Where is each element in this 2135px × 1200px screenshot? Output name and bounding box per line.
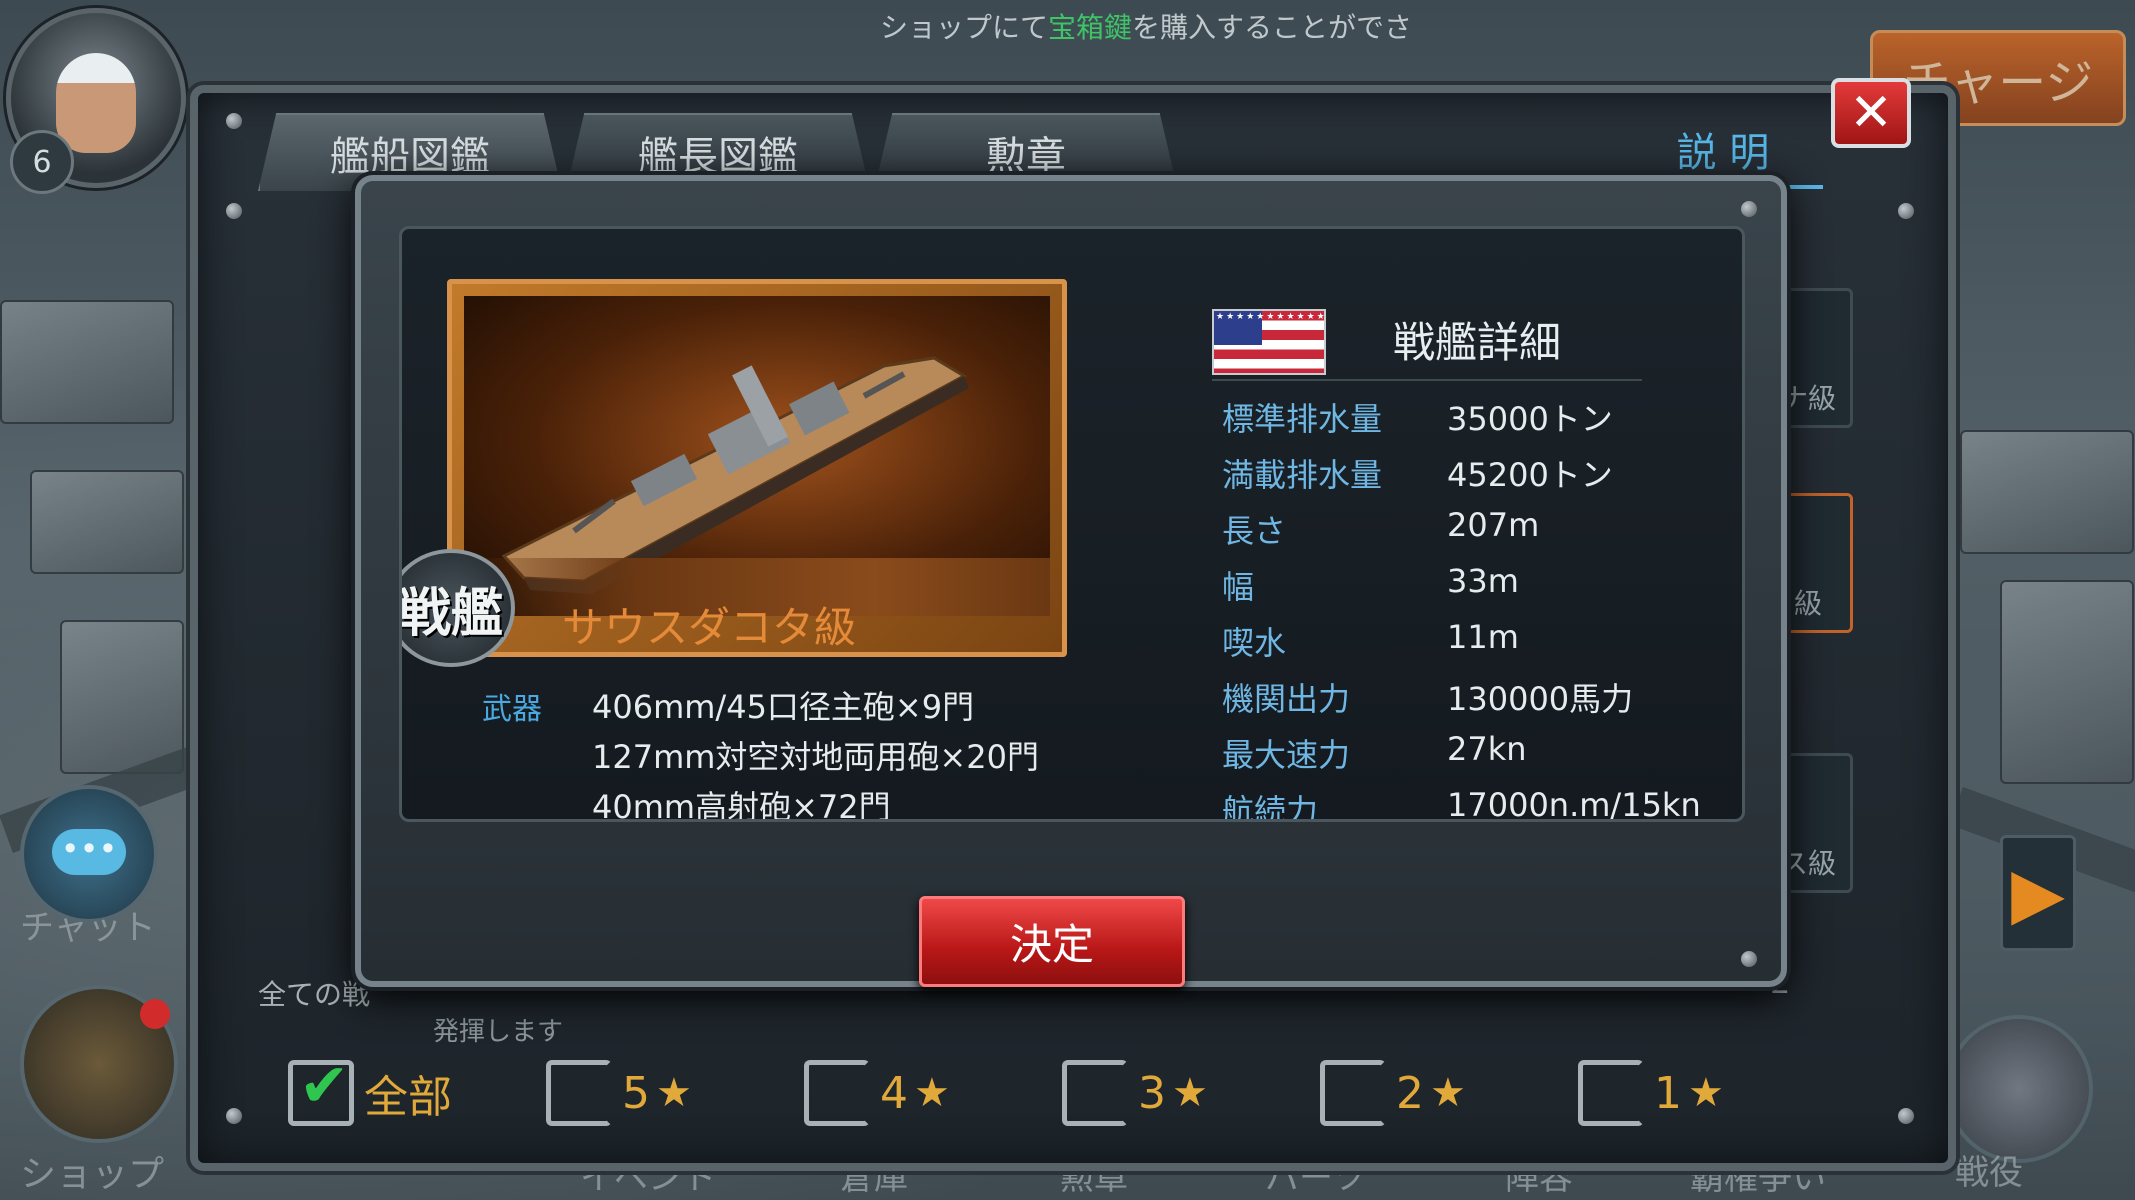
star-icon: ★: [1430, 1070, 1466, 1116]
weapon-line: 406mm/45口径主砲×9門: [592, 688, 975, 726]
detail-content-clip: サウスダコタ級 戦艦 武器 406mm/45口径主砲×9門 127mm対空対地両…: [402, 229, 1742, 819]
filter-3-star[interactable]: 3 ★: [1062, 1053, 1320, 1133]
spec-key: 満載排水量: [1222, 456, 1383, 494]
captain-face: [56, 53, 136, 153]
building: [0, 300, 174, 424]
spec-value: 130000馬力: [1447, 680, 1634, 718]
rivet: [226, 203, 242, 219]
all-ships-label: 全ての戦: [258, 978, 371, 1011]
spec-value: 17000n.m/15kn: [1447, 786, 1701, 819]
rivet: [1898, 203, 1914, 219]
spec-key: 幅: [1222, 568, 1255, 606]
chat-label: チャット: [20, 908, 156, 948]
spec-key: 喫水: [1222, 624, 1287, 662]
us-flag-icon: ★★★★★★★★★★★★: [1212, 309, 1326, 375]
checkbox[interactable]: [1578, 1060, 1644, 1126]
news-ticker: ショップにて宝箱鍵を購入することがでさ: [880, 6, 1500, 48]
weapon-line: 40mm高射砲×72門: [592, 788, 891, 819]
checkbox[interactable]: [804, 1060, 870, 1126]
building: [30, 470, 184, 574]
shop-label: ショップ: [20, 1154, 165, 1195]
rivet: [226, 113, 242, 129]
divider: [1212, 379, 1642, 381]
spec-value: 33m: [1447, 562, 1519, 600]
spec-key: 長さ: [1222, 512, 1287, 550]
shop-button[interactable]: [20, 985, 178, 1143]
ship-image: [464, 296, 1050, 616]
star-icon: ★: [1688, 1070, 1724, 1116]
filter-label: 1: [1654, 1067, 1682, 1119]
confirm-button[interactable]: 決定: [919, 896, 1185, 987]
spec-key: 標準排水量: [1222, 400, 1383, 438]
weapon-label: 武器: [482, 692, 542, 727]
ship-detail-dialog: サウスダコタ級 戦艦 武器 406mm/45口径主砲×9門 127mm対空対地両…: [355, 175, 1787, 987]
flag-canton: ★★★★★★★★★★★★: [1214, 311, 1324, 345]
checkbox[interactable]: ✔: [288, 1051, 354, 1126]
menu-campaign[interactable]: 戦役: [1955, 1145, 2023, 1194]
detail-panel: サウスダコタ級 戦艦 武器 406mm/45口径主砲×9門 127mm対空対地両…: [399, 226, 1745, 822]
filter-2-star[interactable]: 2 ★: [1320, 1053, 1578, 1133]
checkbox[interactable]: [1062, 1060, 1128, 1126]
spec-key: 機関出力: [1222, 680, 1351, 718]
ship-class-name: サウスダコタ級: [562, 603, 857, 652]
star-icon: ★: [914, 1070, 950, 1116]
filter-label: 全部: [364, 1072, 452, 1123]
ticker-text: ショップにて: [880, 11, 1049, 44]
filter-1-star[interactable]: 1 ★: [1578, 1053, 1836, 1133]
filter-label: 4: [880, 1067, 908, 1119]
checkbox[interactable]: [1320, 1060, 1386, 1126]
campaign-button[interactable]: [1945, 1015, 2093, 1163]
spec-key: 最大速力: [1222, 736, 1351, 774]
effect-text: 発揮します: [433, 1017, 564, 1047]
checkbox[interactable]: [546, 1060, 612, 1126]
player-level-badge: 6: [10, 130, 74, 194]
filter-all[interactable]: ✔ 全部: [288, 1051, 546, 1133]
rivet: [1898, 1108, 1914, 1124]
building: [1960, 430, 2134, 554]
spec-value: 35000トン: [1447, 400, 1613, 438]
spec-value: 27kn: [1447, 730, 1527, 768]
spec-value: 207m: [1447, 506, 1540, 544]
ticker-text-suffix: を購入することがでさ: [1132, 11, 1413, 44]
filter-label: 5: [622, 1067, 650, 1119]
weapon-line: 127mm対空対地両用砲×20門: [592, 738, 1039, 776]
building: [2000, 580, 2134, 784]
spec-value: 45200トン: [1447, 456, 1613, 494]
spec-key: 航続力: [1222, 792, 1319, 819]
star-icon: ★: [1172, 1070, 1208, 1116]
chat-bubble-icon: •••: [52, 829, 126, 875]
rivet: [1741, 951, 1757, 967]
spec-value: 11m: [1447, 618, 1519, 656]
filter-label: 2: [1396, 1067, 1424, 1119]
next-arrow-icon[interactable]: ▶: [2000, 835, 2076, 951]
star-filter-row: ✔ 全部 5 ★ 4 ★ 3 ★ 2 ★ 1 ★: [288, 1051, 1836, 1133]
filter-5-star[interactable]: 5 ★: [546, 1053, 804, 1133]
building: [60, 620, 184, 774]
notification-dot: [140, 999, 170, 1029]
ticker-highlight: 宝箱鍵: [1048, 11, 1133, 44]
check-icon: ✔: [299, 1051, 350, 1121]
close-button[interactable]: ✕: [1831, 78, 1911, 148]
rivet: [226, 1108, 242, 1124]
spec-title: 戦艦詳細: [1392, 317, 1561, 367]
rivet: [1741, 201, 1757, 217]
filter-4-star[interactable]: 4 ★: [804, 1053, 1062, 1133]
filter-label: 3: [1138, 1067, 1166, 1119]
star-icon: ★: [656, 1070, 692, 1116]
